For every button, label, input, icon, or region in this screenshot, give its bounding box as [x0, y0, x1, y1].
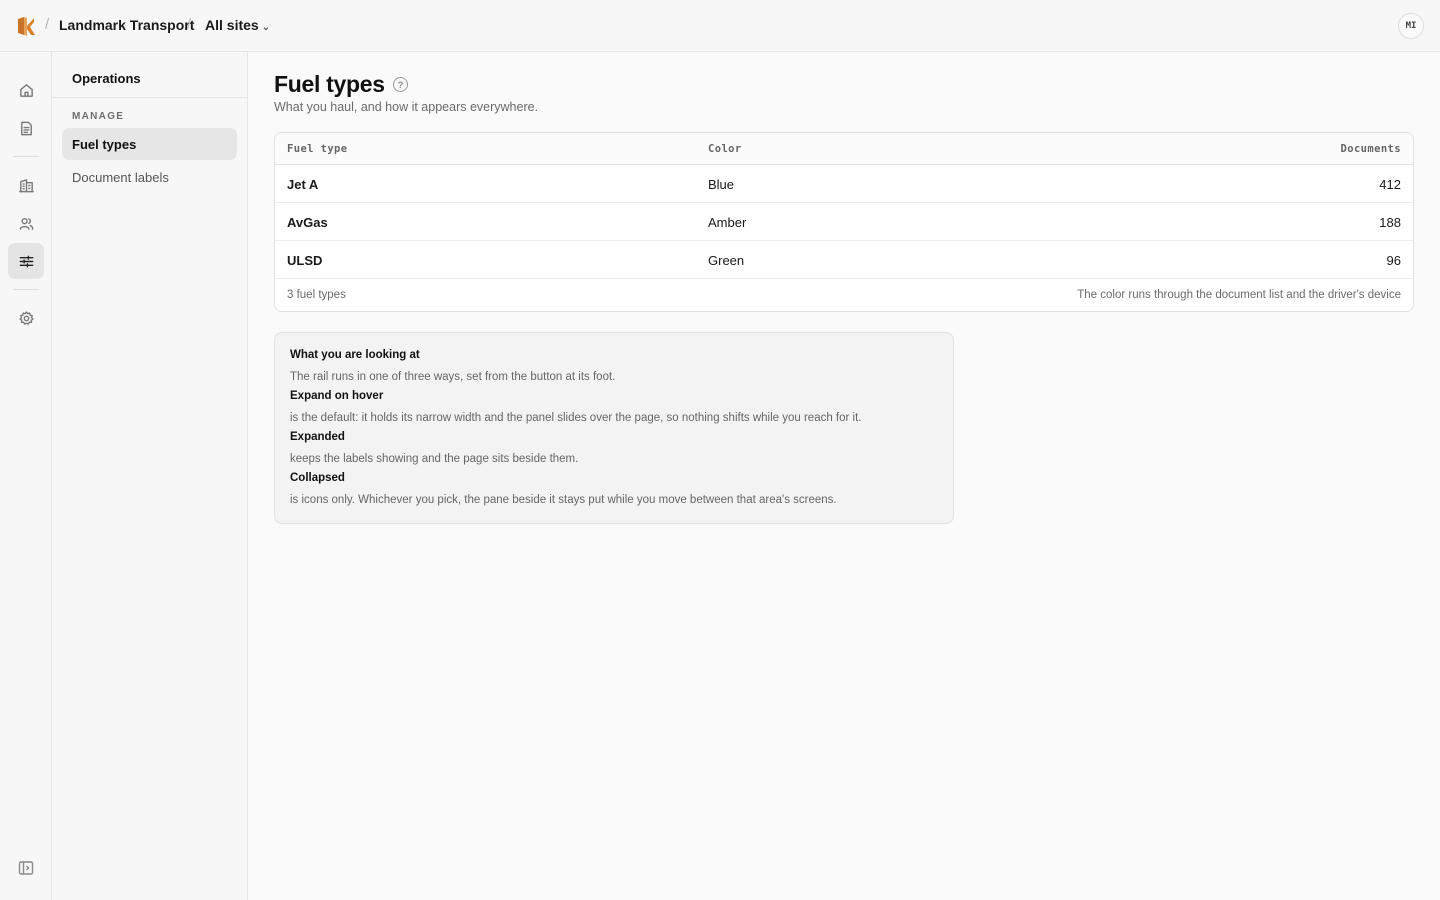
nav-rail [0, 52, 52, 900]
home-icon [19, 83, 33, 97]
column-header-color[interactable]: Color [708, 143, 742, 155]
rail-people[interactable] [8, 205, 44, 241]
users-icon [19, 217, 33, 230]
top-bar: / Landmark Transport / All sites ⌄ MI [0, 0, 1440, 52]
table-row[interactable]: ULSD Green 96 [275, 241, 1413, 279]
document-count: 96 [1386, 253, 1401, 268]
fuel-name: ULSD [287, 253, 323, 268]
fuel-name: AvGas [287, 215, 328, 230]
table-header: Fuel type Color Documents [275, 133, 1413, 165]
rail-mode-toggle[interactable] [18, 860, 34, 876]
chevron-down-icon: ⌄ [261, 22, 271, 33]
mode-title: Expanded [290, 431, 345, 443]
fuel-color: Blue [708, 177, 735, 192]
mode-description: is icons only. Whichever you pick, the p… [290, 494, 837, 506]
section-sidebar: Operations MANAGE Fuel types Document la… [52, 52, 248, 900]
mode-description: keeps the labels showing and the page si… [290, 453, 579, 465]
rail-settings[interactable] [8, 300, 44, 336]
mode-title: Expand on hover [290, 390, 384, 402]
fuel-name: Jet A [287, 177, 319, 192]
landmark-logo-icon[interactable] [16, 15, 36, 37]
info-heading: What you are looking at [290, 349, 420, 361]
info-panel: What you are looking at The rail runs in… [274, 332, 954, 524]
table-row[interactable]: Jet A Blue 412 [275, 165, 1413, 203]
document-count: 188 [1379, 215, 1401, 230]
rail-home[interactable] [8, 72, 44, 108]
breadcrumb-separator: / [187, 16, 192, 33]
document-icon [20, 121, 32, 135]
mode-description: is the default: it holds its narrow widt… [290, 412, 862, 424]
page-subtitle: What you haul, and how it appears everyw… [274, 100, 539, 114]
section-heading: MANAGE [72, 111, 125, 122]
column-header-documents[interactable]: Documents [1341, 143, 1402, 155]
rail-divider [13, 156, 39, 157]
table-row[interactable]: AvGas Amber 188 [275, 203, 1413, 241]
table-footer: 3 fuel types The color runs through the … [275, 279, 1413, 311]
fuel-types-table: Fuel type Color Documents Jet A Blue 412… [274, 132, 1414, 312]
breadcrumb-org[interactable]: Landmark Transport [59, 17, 194, 33]
fuel-color: Green [708, 253, 745, 268]
site-switcher-label: All sites [205, 17, 259, 33]
rail-configuration[interactable] [8, 243, 44, 279]
rail-sites[interactable] [8, 167, 44, 203]
main-content: Fuel types ? What you haul, and how it a… [248, 52, 1440, 900]
info-intro: The rail runs in one of three ways, set … [290, 371, 616, 383]
document-count: 412 [1379, 177, 1401, 192]
user-avatar[interactable]: MI [1398, 13, 1424, 39]
column-header-fuel-type[interactable]: Fuel type [287, 143, 348, 155]
mode-title: Collapsed [290, 472, 345, 484]
panel-toggle-icon [18, 861, 34, 875]
rail-documents[interactable] [8, 110, 44, 146]
breadcrumb-separator: / [45, 16, 50, 33]
help-icon[interactable]: ? [393, 77, 408, 92]
sliders-icon [19, 255, 33, 267]
page-title: Fuel types [274, 71, 385, 97]
rail-divider [13, 289, 39, 290]
building-icon [18, 178, 34, 192]
sidebar-item-fuel-types[interactable]: Fuel types [62, 128, 237, 160]
table-footer-note: The color runs through the document list… [1077, 289, 1401, 301]
fuel-type-count: 3 fuel types [287, 289, 346, 301]
divider [52, 97, 247, 98]
section-title: Operations [72, 71, 141, 86]
site-switcher[interactable]: All sites ⌄ [205, 17, 270, 33]
gear-icon [18, 310, 34, 325]
fuel-color: Amber [708, 215, 747, 230]
sidebar-item-document-labels[interactable]: Document labels [62, 161, 237, 193]
